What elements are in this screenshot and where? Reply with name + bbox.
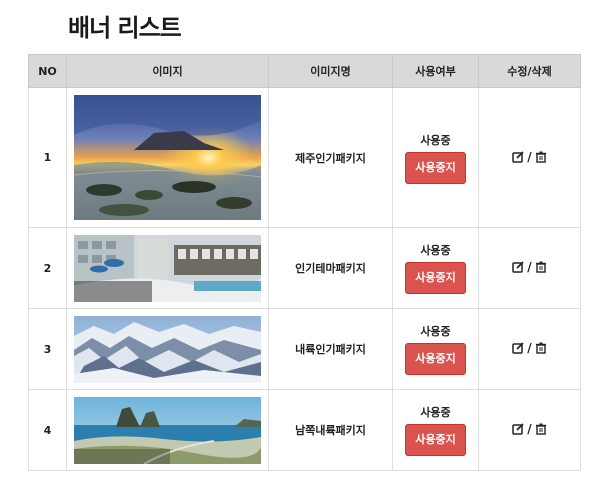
table-row: 2 인기테마패키지 사용중 사용중지 / <box>28 227 581 309</box>
edit-icon[interactable] <box>512 423 524 435</box>
separator: / <box>527 422 532 436</box>
status-label: 사용중 <box>420 325 451 338</box>
edit-icon[interactable] <box>512 150 524 163</box>
banner-table: NO 이미지 이미지명 사용여부 수정/삭제 1 제주인기패키지 사용중 사용중… <box>28 54 581 471</box>
stop-use-button[interactable]: 사용중지 <box>405 151 466 184</box>
banner-thumbnail <box>74 315 261 383</box>
banner-name: 인기테마패키지 <box>268 227 393 309</box>
stop-use-button[interactable]: 사용중지 <box>405 262 466 294</box>
banner-thumbnail <box>74 396 261 464</box>
status-label: 사용중 <box>420 244 451 257</box>
header-no: NO <box>28 54 67 88</box>
banner-thumbnail <box>74 234 261 302</box>
edit-icon[interactable] <box>512 342 524 354</box>
header-image: 이미지 <box>66 54 269 88</box>
table-row: 4 남쪽내륙패키지 사용중 사용중지 / <box>28 389 581 471</box>
banner-name: 내륙인기패키지 <box>268 308 393 390</box>
page-title: 배너 리스트 <box>68 14 182 42</box>
banner-name: 제주인기패키지 <box>268 87 393 228</box>
header-name: 이미지명 <box>268 54 393 88</box>
banner-thumbnail <box>74 95 261 220</box>
stop-use-button[interactable]: 사용중지 <box>405 424 466 456</box>
trash-icon[interactable] <box>535 151 547 163</box>
status-label: 사용중 <box>420 406 451 419</box>
table-row: 1 제주인기패키지 사용중 사용중지 / <box>28 87 581 228</box>
status-label: 사용중 <box>420 133 451 147</box>
table-header-row: NO 이미지 이미지명 사용여부 수정/삭제 <box>28 54 581 88</box>
header-use: 사용여부 <box>392 54 479 88</box>
separator: / <box>527 341 532 355</box>
stop-use-button[interactable]: 사용중지 <box>405 343 466 375</box>
row-number: 2 <box>28 227 67 309</box>
banner-name: 남쪽내륙패키지 <box>268 389 393 471</box>
trash-icon[interactable] <box>535 342 547 354</box>
trash-icon[interactable] <box>535 423 547 435</box>
header-edit: 수정/삭제 <box>478 54 581 88</box>
edit-icon[interactable] <box>512 261 524 273</box>
row-number: 4 <box>28 389 67 471</box>
separator: / <box>527 149 532 164</box>
trash-icon[interactable] <box>535 261 547 273</box>
row-number: 1 <box>28 87 67 228</box>
row-number: 3 <box>28 308 67 390</box>
table-row: 3 내륙인기패키지 사용중 사용중지 / <box>28 308 581 390</box>
separator: / <box>527 260 532 274</box>
